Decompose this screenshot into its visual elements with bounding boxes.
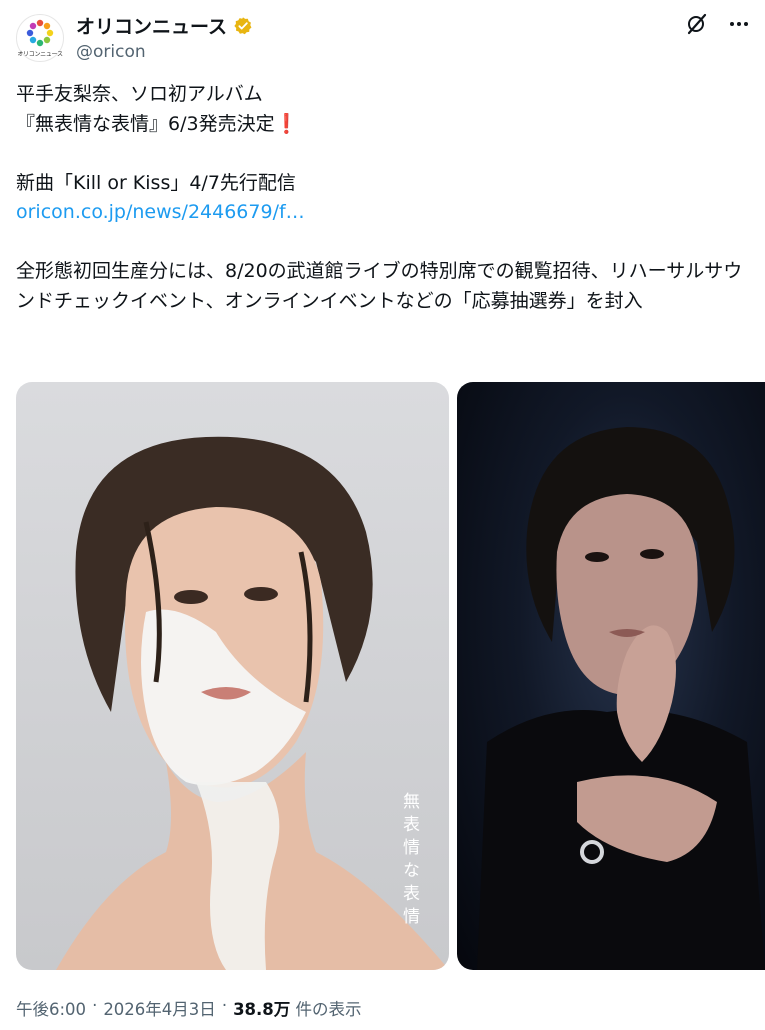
account-handle[interactable]: @oricon (76, 42, 253, 62)
tweet-paragraph: 全形態初回生産分には、8/20の武道館ライブの特別席での観覧招待、リハーサルサウ… (16, 260, 743, 312)
tweet-text: 平手友梨奈、ソロ初アルバム 『無表情な表情』6/3発売決定❗ 新曲「Kill o… (16, 80, 751, 316)
display-name[interactable]: オリコンニュース (76, 12, 227, 39)
avatar-caption: オリコンニュース (17, 51, 63, 58)
tweet-date[interactable]: 2026年4月3日 (103, 996, 216, 1020)
photo-album-cover[interactable]: 無表情な表情 (16, 382, 449, 970)
news-link[interactable]: oricon.co.jp/news/2446679/f… (16, 201, 305, 223)
meta-separator: · (92, 996, 98, 1015)
avatar[interactable]: オリコンニュース (16, 14, 64, 62)
tweet-time[interactable]: 午後6:00 (16, 996, 86, 1020)
tweet-meta: 午後6:00 · 2026年4月3日 · 38.8万 件の表示 (16, 996, 362, 1020)
more-options-icon[interactable] (727, 12, 751, 36)
photo-artist-portrait[interactable] (457, 382, 765, 970)
tweet-line-album: 『無表情な表情』6/3発売決定❗ (16, 110, 751, 140)
portrait-illustration (56, 436, 449, 970)
tweet-line-title: 平手友梨奈、ソロ初アルバム (16, 83, 263, 105)
grok-icon[interactable] (685, 12, 709, 36)
views-count: 38.8万 件の表示 (233, 1000, 362, 1019)
tweet-line-single: 新曲「Kill or Kiss」4/7先行配信 (16, 171, 296, 194)
exclamation-emoji: ❗ (274, 112, 299, 135)
verified-badge-icon (234, 16, 252, 34)
media-grid: 無表情な表情 (16, 382, 765, 970)
dark-portrait-illustration (477, 427, 765, 970)
album-title-artwork: 無表情な表情 (399, 792, 419, 930)
meta-separator-2: · (221, 996, 228, 1015)
oricon-logo-icon (26, 19, 54, 47)
tweet-header: オリコンニュース オリコンニュース @oricon (16, 8, 751, 64)
album-title-text: 『無表情な表情』6/3発売決定 (16, 112, 275, 135)
